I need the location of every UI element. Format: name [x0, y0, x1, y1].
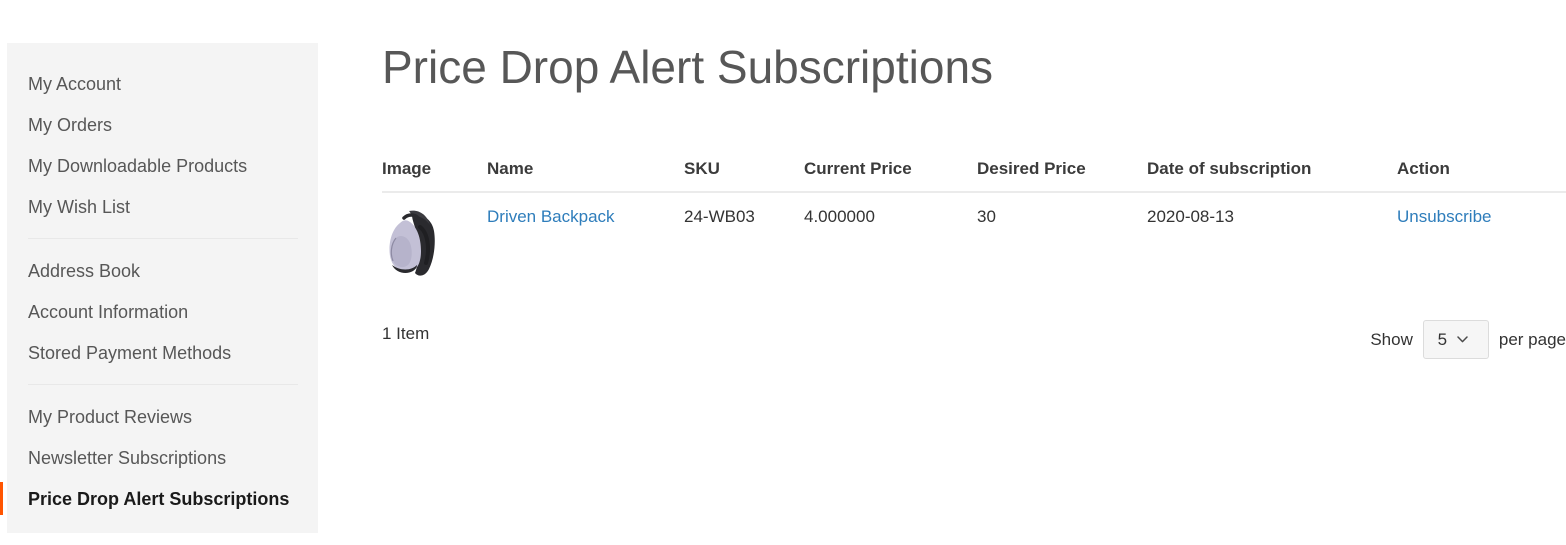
sidebar-group-profile: Address Book Account Information Stored … [7, 250, 318, 373]
product-name-link[interactable]: Driven Backpack [487, 207, 615, 226]
unsubscribe-link[interactable]: Unsubscribe [1397, 207, 1492, 226]
sidebar-item-label: My Account [28, 73, 122, 94]
sidebar-item-label: Stored Payment Methods [28, 342, 232, 363]
page-size-limiter: Show 5 per page [1370, 320, 1566, 359]
sidebar-divider [28, 384, 298, 385]
account-sidebar: My Account My Orders My Downloadable Pro… [0, 43, 318, 533]
product-thumbnail-backpack-icon [389, 210, 435, 276]
per-page-value: 5 [1437, 329, 1448, 349]
sidebar-item-label: My Downloadable Products [28, 155, 248, 176]
sidebar-item-my-downloadable-products[interactable]: My Downloadable Products [7, 145, 318, 186]
sidebar-divider [28, 238, 298, 239]
sidebar-item-my-wish-list[interactable]: My Wish List [7, 186, 318, 227]
table-header-row: Image Name SKU Current Price Desired Pri… [382, 150, 1566, 193]
subscriptions-table-container: Image Name SKU Current Price Desired Pri… [382, 150, 1566, 293]
cell-current-price: 4.000000 [804, 207, 875, 226]
cell-desired-price: 30 [977, 207, 996, 226]
sidebar-item-label: Account Information [28, 301, 189, 322]
column-header-image: Image [382, 150, 487, 193]
show-label: Show [1370, 329, 1413, 349]
sidebar-item-my-orders[interactable]: My Orders [7, 104, 318, 145]
sidebar-item-label: Newsletter Subscriptions [28, 447, 227, 468]
page-title: Price Drop Alert Subscriptions [382, 41, 994, 93]
column-header-date-of-subscription: Date of subscription [1147, 150, 1397, 193]
sidebar-item-label: Price Drop Alert Subscriptions [28, 488, 290, 509]
item-count-label: 1 Item [382, 324, 430, 343]
per-page-label: per page [1498, 329, 1566, 349]
sidebar-item-account-information[interactable]: Account Information [7, 291, 318, 332]
cell-sku: 24-WB03 [684, 207, 755, 226]
sidebar-item-stored-payment-methods[interactable]: Stored Payment Methods [7, 332, 318, 373]
column-header-current-price: Current Price [804, 150, 977, 193]
sidebar-item-my-account[interactable]: My Account [7, 63, 318, 104]
table-body: Driven Backpack 24-WB03 4.000000 30 2020… [382, 192, 1566, 293]
sidebar-item-label: My Orders [28, 114, 113, 135]
column-header-action: Action [1397, 150, 1566, 193]
sidebar-group-subscriptions: My Product Reviews Newsletter Subscripti… [0, 396, 318, 519]
table-row: Driven Backpack 24-WB03 4.000000 30 2020… [382, 192, 1566, 293]
cell-product-name: Driven Backpack [487, 192, 684, 293]
table-header: Image Name SKU Current Price Desired Pri… [382, 150, 1566, 193]
sidebar-item-label: My Product Reviews [28, 406, 193, 427]
per-page-select[interactable]: 5 [1422, 320, 1489, 359]
sidebar-item-address-book[interactable]: Address Book [7, 250, 318, 291]
main-content: Price Drop Alert Subscriptions Image Nam… [382, 0, 1566, 545]
column-header-name: Name [487, 150, 684, 193]
cell-date-of-subscription: 2020-08-13 [1147, 207, 1234, 226]
column-header-desired-price: Desired Price [977, 150, 1147, 193]
sidebar-item-label: Address Book [28, 260, 141, 281]
sidebar-item-price-drop-alert-subscriptions[interactable]: Price Drop Alert Subscriptions [0, 478, 318, 519]
table-toolbar: 1 Item Show 5 per page [382, 320, 1566, 362]
cell-product-image [382, 192, 487, 293]
chevron-down-icon [1457, 336, 1468, 343]
column-header-sku: SKU [684, 150, 804, 193]
price-drop-subscriptions-table: Image Name SKU Current Price Desired Pri… [382, 150, 1566, 293]
cell-action: Unsubscribe [1397, 192, 1566, 293]
sidebar-item-newsletter-subscriptions[interactable]: Newsletter Subscriptions [7, 437, 318, 478]
sidebar-group-account: My Account My Orders My Downloadable Pro… [7, 63, 318, 227]
sidebar-item-my-product-reviews[interactable]: My Product Reviews [7, 396, 318, 437]
sidebar-item-label: My Wish List [28, 196, 131, 217]
